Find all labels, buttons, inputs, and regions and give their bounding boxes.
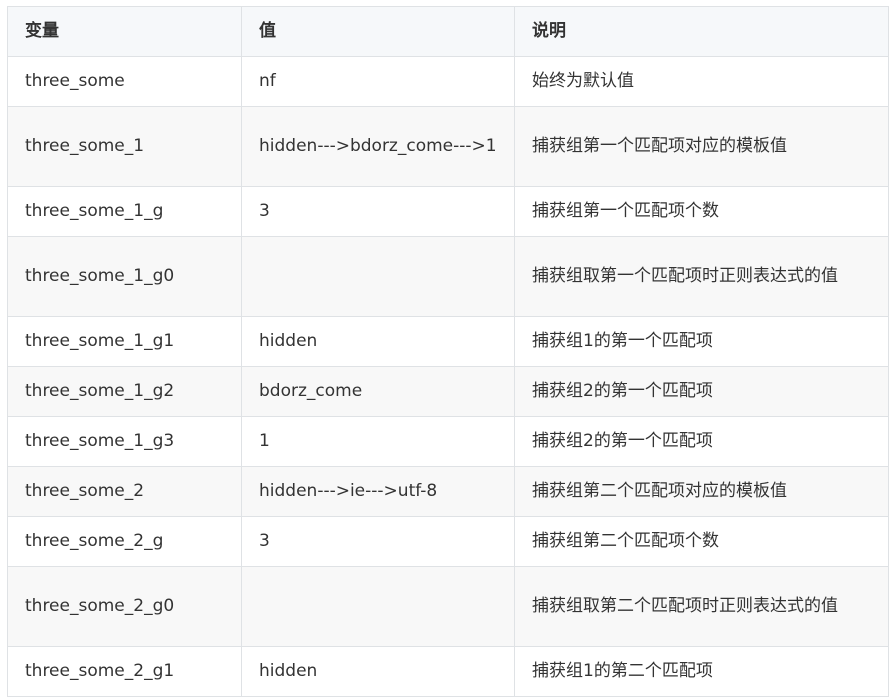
cell-description: 捕获组1的第二个匹配项 <box>514 646 889 697</box>
cell-description: 捕获组第一个匹配项对应的模板值 <box>514 106 889 187</box>
cell-variable: three_some_1_g <box>7 186 242 237</box>
cell-description: 捕获组第二个匹配项个数 <box>514 516 889 567</box>
cell-value <box>241 566 515 647</box>
cell-variable: three_some_1_g2 <box>7 366 242 417</box>
table-row: three_some_1_g1 hidden 捕获组1的第一个匹配项 <box>7 316 889 367</box>
cell-description: 捕获组第一个匹配项个数 <box>514 186 889 237</box>
cell-value: hidden--->ie--->utf-8 <box>241 466 515 517</box>
cell-variable: three_some_2_g1 <box>7 646 242 697</box>
cell-variable: three_some_1_g1 <box>7 316 242 367</box>
cell-variable: three_some_2_g <box>7 516 242 567</box>
cell-value: bdorz_come <box>241 366 515 417</box>
table-row: three_some_2_g 3 捕获组第二个匹配项个数 <box>7 516 889 567</box>
cell-description: 始终为默认值 <box>514 56 889 107</box>
table-row: three_some_1 hidden--->bdorz_come--->1 捕… <box>7 106 889 187</box>
variables-table: 变量 值 说明 three_some nf 始终为默认值 three_some_… <box>7 6 889 697</box>
cell-value: 1 <box>241 416 515 467</box>
table-row: three_some_1_g0 捕获组取第一个匹配项时正则表达式的值 <box>7 236 889 317</box>
cell-description: 捕获组取第一个匹配项时正则表达式的值 <box>514 236 889 317</box>
cell-value <box>241 236 515 317</box>
cell-description: 捕获组第二个匹配项对应的模板值 <box>514 466 889 517</box>
table-row: three_some_1_g2 bdorz_come 捕获组2的第一个匹配项 <box>7 366 889 417</box>
cell-value: hidden--->bdorz_come--->1 <box>241 106 515 187</box>
cell-value: hidden <box>241 316 515 367</box>
cell-value: nf <box>241 56 515 107</box>
cell-description: 捕获组2的第一个匹配项 <box>514 416 889 467</box>
cell-variable: three_some_2 <box>7 466 242 517</box>
cell-variable: three_some <box>7 56 242 107</box>
variables-table-wrapper: 变量 值 说明 three_some nf 始终为默认值 three_some_… <box>7 6 889 697</box>
cell-value: 3 <box>241 186 515 237</box>
header-description: 说明 <box>514 6 889 57</box>
cell-variable: three_some_2_g0 <box>7 566 242 647</box>
table-row: three_some_2 hidden--->ie--->utf-8 捕获组第二… <box>7 466 889 517</box>
cell-description: 捕获组2的第一个匹配项 <box>514 366 889 417</box>
cell-description: 捕获组取第二个匹配项时正则表达式的值 <box>514 566 889 647</box>
header-variable: 变量 <box>7 6 242 57</box>
table-row: three_some_2_g1 hidden 捕获组1的第二个匹配项 <box>7 646 889 697</box>
table-header-row: 变量 值 说明 <box>7 6 889 57</box>
table-row: three_some_1_g3 1 捕获组2的第一个匹配项 <box>7 416 889 467</box>
cell-variable: three_some_1_g3 <box>7 416 242 467</box>
table-row: three_some_1_g 3 捕获组第一个匹配项个数 <box>7 186 889 237</box>
cell-variable: three_some_1_g0 <box>7 236 242 317</box>
cell-description: 捕获组1的第一个匹配项 <box>514 316 889 367</box>
cell-value: 3 <box>241 516 515 567</box>
cell-variable: three_some_1 <box>7 106 242 187</box>
header-value: 值 <box>241 6 515 57</box>
table-row: three_some nf 始终为默认值 <box>7 56 889 107</box>
table-row: three_some_2_g0 捕获组取第二个匹配项时正则表达式的值 <box>7 566 889 647</box>
cell-value: hidden <box>241 646 515 697</box>
